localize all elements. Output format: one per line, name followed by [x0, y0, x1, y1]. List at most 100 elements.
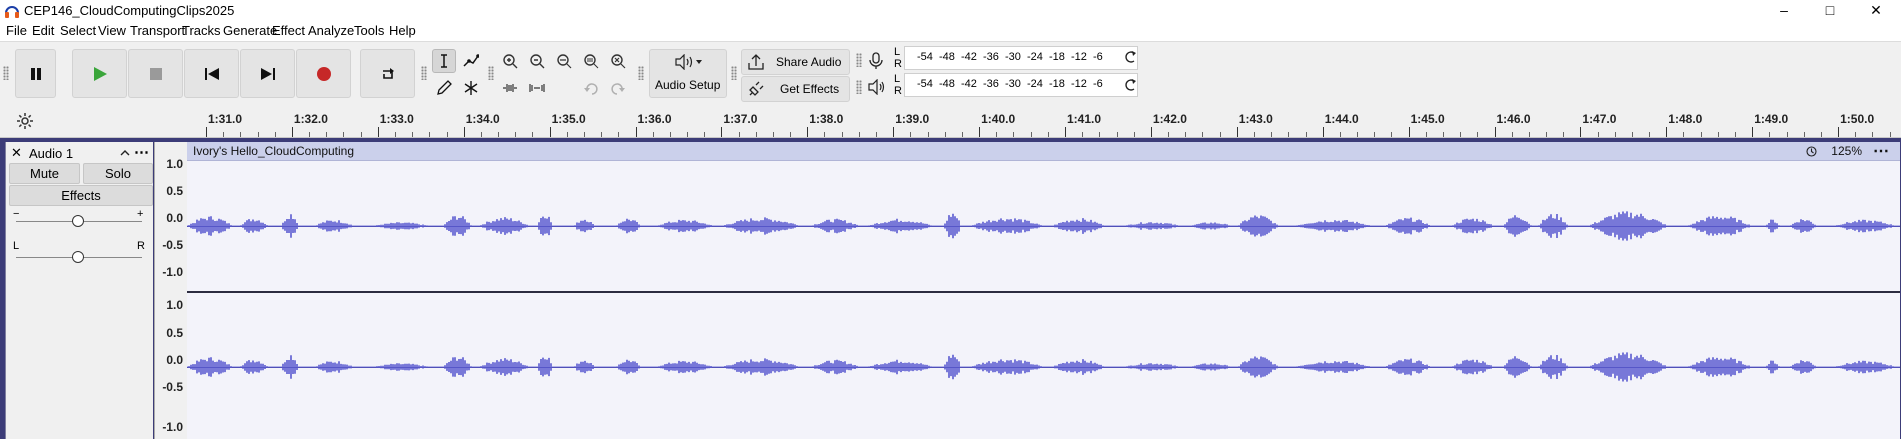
pan-slider-thumb[interactable] — [72, 251, 84, 263]
ruler-minor-tick — [1219, 132, 1221, 137]
close-track-icon[interactable]: ✕ — [11, 145, 22, 161]
ruler-minor-tick — [1597, 132, 1599, 137]
speaker-icon[interactable] — [868, 79, 886, 95]
get-effects-button[interactable]: Get Effects — [741, 76, 850, 102]
multi-tool-button[interactable] — [459, 76, 483, 100]
clip-header[interactable]: Ivory's Hello_CloudComputing 125% ⋯ — [187, 142, 1900, 161]
effects-button[interactable]: Effects — [9, 185, 153, 206]
pause-button[interactable] — [15, 49, 56, 98]
maximize-button[interactable]: □ — [1807, 0, 1853, 21]
waveform-channel-1[interactable] — [187, 161, 1900, 291]
track-area: ✕ Audio 1 ⋯ Mute Solo Effects − + L R 1.… — [0, 138, 1901, 439]
envelope-tool-button[interactable] — [459, 49, 483, 73]
trim-audio-button[interactable] — [498, 76, 522, 100]
ruler-major-tick — [1494, 127, 1496, 137]
menu-edit[interactable]: Edit — [32, 23, 54, 38]
ruler-major-tick — [1408, 127, 1410, 137]
playback-meter[interactable]: -54 -48 -42 -36 -30 -24 -18 -12 -6 — [904, 73, 1138, 97]
undo-button[interactable] — [579, 76, 603, 100]
track-menu-icon[interactable]: ⋯ — [134, 143, 149, 161]
toolbar-grip[interactable] — [488, 66, 494, 80]
clock-icon — [1806, 146, 1817, 157]
silence-audio-button[interactable] — [525, 76, 549, 100]
close-button[interactable]: ✕ — [1853, 0, 1899, 21]
solo-button[interactable]: Solo — [83, 163, 153, 184]
menu-help[interactable]: Help — [389, 23, 416, 38]
waveform-channel-2[interactable] — [187, 293, 1900, 439]
meter-options-icon[interactable] — [1123, 50, 1137, 64]
gain-slider-thumb[interactable] — [72, 215, 84, 227]
i-beam-icon — [441, 54, 447, 68]
timeline-ruler[interactable]: 1:31.0 1:32.0 1:33.0 1:34.0 1:35.0 1:36.0 1:37… — [0, 107, 1901, 138]
ruler-minor-tick — [394, 132, 396, 137]
ruler-label: 1:39.0 — [895, 112, 930, 126]
meter-options-icon[interactable] — [1123, 78, 1137, 92]
menu-analyze[interactable]: Analyze — [308, 23, 354, 38]
silence-icon — [529, 84, 545, 92]
fit-selection-button[interactable] — [552, 49, 576, 73]
fit-project-button[interactable] — [579, 49, 603, 73]
ruler-minor-tick — [1305, 132, 1307, 137]
toolbar-grip[interactable] — [731, 66, 737, 80]
ruler-major-tick — [1065, 127, 1066, 137]
record-meter[interactable]: -54 -48 -42 -36 -30 -24 -18 -12 -6 — [904, 46, 1138, 70]
audio-clip[interactable]: Ivory's Hello_CloudComputing 125% ⋯ — [187, 142, 1900, 439]
ruler-major-tick — [721, 127, 723, 137]
zoom-out-icon — [530, 54, 545, 69]
menu-generate[interactable]: Generate — [223, 23, 277, 38]
ruler-major-tick — [377, 127, 379, 137]
clip-menu-icon[interactable]: ⋯ — [1873, 141, 1890, 161]
clip-name[interactable]: Ivory's Hello_CloudComputing — [193, 144, 354, 158]
gear-icon[interactable] — [16, 112, 34, 130]
menu-tracks[interactable]: Tracks — [182, 23, 221, 38]
stop-button[interactable] — [128, 49, 183, 98]
ruler-minor-tick — [755, 132, 757, 137]
ruler-minor-tick — [498, 132, 500, 137]
toolbar-grip[interactable] — [856, 53, 862, 67]
selection-tool-button[interactable] — [432, 49, 456, 73]
skip-to-end-button[interactable] — [240, 49, 295, 98]
trim-icon — [503, 84, 517, 92]
meter-scale-label: -48 — [939, 51, 955, 63]
play-button[interactable] — [72, 49, 127, 98]
record-meter-left-label: L — [894, 46, 901, 58]
stop-icon — [149, 67, 162, 80]
toolbar-grip[interactable] — [3, 66, 9, 80]
toolbar-grip[interactable] — [638, 66, 644, 80]
ruler-minor-tick — [223, 132, 225, 137]
ruler-minor-tick — [257, 132, 259, 137]
menu-view[interactable]: View — [98, 23, 126, 38]
zoom-out-button[interactable] — [525, 49, 549, 73]
ruler-minor-tick — [1820, 132, 1822, 137]
draw-tool-button[interactable] — [432, 76, 456, 100]
mute-button[interactable]: Mute — [9, 163, 80, 184]
toolbar-grip[interactable] — [856, 80, 862, 94]
vertical-scale[interactable]: 1.0 0.5 0.0 -0.5 -1.0 1.0 0.5 0.0 -0.5 -1.0 — [154, 142, 187, 439]
ruler-minor-tick — [1528, 132, 1530, 137]
audio-setup-button[interactable]: Audio Setup — [649, 49, 727, 98]
menu-effect[interactable]: Effect — [272, 23, 305, 38]
share-audio-button[interactable]: Share Audio — [741, 49, 850, 75]
menu-transport[interactable]: Transport — [130, 23, 185, 38]
record-button[interactable] — [296, 49, 351, 98]
clip-speed-label: 125% — [1831, 144, 1862, 158]
minimize-button[interactable]: – — [1761, 0, 1807, 21]
menu-select[interactable]: Select — [60, 23, 96, 38]
ruler-minor-tick — [1082, 132, 1084, 137]
ruler-minor-tick — [1700, 132, 1702, 137]
ruler-minor-tick — [704, 132, 706, 137]
track-name[interactable]: Audio 1 — [29, 146, 73, 161]
microphone-icon[interactable] — [868, 52, 884, 70]
zoom-in-button[interactable] — [498, 49, 522, 73]
collapse-icon[interactable] — [120, 149, 130, 157]
zoom-toggle-button[interactable] — [606, 49, 630, 73]
loop-button[interactable] — [360, 49, 415, 98]
menu-tools[interactable]: Tools — [354, 23, 384, 38]
ruler-major-tick — [206, 127, 207, 137]
skip-to-start-button[interactable] — [184, 49, 239, 98]
toolbar-grip[interactable] — [421, 66, 427, 80]
track-control-panel[interactable]: ✕ Audio 1 ⋯ Mute Solo Effects − + L R — [5, 142, 153, 439]
menu-file[interactable]: File — [6, 23, 27, 38]
ruler-minor-tick — [1786, 132, 1788, 137]
redo-button[interactable] — [606, 76, 630, 100]
